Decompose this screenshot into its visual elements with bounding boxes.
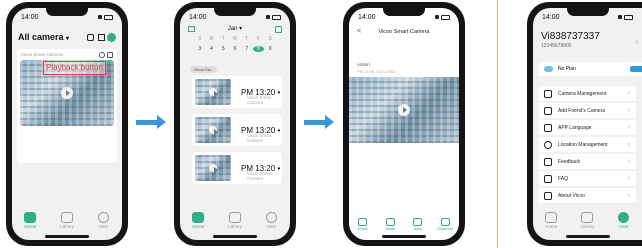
event-row[interactable]: PM 13:20 • Vicoo Smart Camera xyxy=(192,152,282,184)
friend-camera-icon xyxy=(544,106,552,115)
status-time: 14:00 xyxy=(21,13,39,21)
user-icon xyxy=(266,211,278,223)
camera-filter-chip[interactable]: Vicoo Sm.. xyxy=(190,66,218,73)
info-icon xyxy=(544,191,552,200)
menu-location-management[interactable]: Location Management › xyxy=(539,137,636,153)
stage: 14:00 All camera ▾ Vicoo Smart Camera Pl… xyxy=(0,0,642,248)
language-icon xyxy=(544,123,552,132)
chat-icon xyxy=(544,174,552,183)
month-selector[interactable]: Jan ▾ xyxy=(180,25,290,32)
home-screen: 14:00 All camera ▾ Vicoo Smart Camera Pl… xyxy=(12,8,122,240)
owner-label: Admin xyxy=(357,62,370,67)
camera-name: Vicoo Smart Camera xyxy=(21,52,63,57)
phone-player: 14:00 < Vicoo Smart Camera Admin PM 14:0… xyxy=(343,2,465,246)
pencil-icon xyxy=(544,157,552,166)
home-icon xyxy=(192,211,205,223)
delete-button[interactable]: Delete xyxy=(352,217,374,231)
calendar-week: SMTWTFS 3456789 xyxy=(198,36,272,52)
tab-home[interactable]: Home xyxy=(536,211,566,229)
tab-user[interactable]: User xyxy=(89,211,119,229)
selected-day[interactable]: 8 xyxy=(252,46,265,52)
camera-card[interactable]: Vicoo Smart Camera Playback button xyxy=(17,49,117,163)
camera-icon xyxy=(544,89,552,98)
tab-bar: Home Library User xyxy=(12,206,122,234)
tab-library[interactable]: Library xyxy=(572,211,602,229)
event-row[interactable]: PM 13:20 • Vicoo Smart Camera xyxy=(192,114,282,146)
user-icon xyxy=(618,211,630,223)
menu-about[interactable]: About Vicoo › xyxy=(539,188,636,204)
tab-user[interactable]: User xyxy=(257,211,287,229)
select-icon[interactable] xyxy=(275,26,282,33)
play-icon[interactable] xyxy=(398,104,410,116)
library-icon xyxy=(581,211,594,223)
playback-annotation: Playback button xyxy=(43,61,106,75)
plan-row[interactable]: No Plan xyxy=(539,62,642,76)
tab-library[interactable]: Library xyxy=(52,211,82,229)
flow-arrow xyxy=(304,115,334,129)
playback-icon[interactable] xyxy=(99,52,105,58)
library-icon xyxy=(228,211,241,223)
action-bar: Delete Share Mark Download xyxy=(349,214,459,234)
tab-home[interactable]: Home xyxy=(183,211,213,229)
library-screen: 14:00 Jan ▾ SMTWTFS 3456789 Vicoo Sm.. P… xyxy=(180,8,290,240)
tab-home[interactable]: Home xyxy=(15,211,45,229)
home-icon xyxy=(24,211,37,223)
trash-icon xyxy=(358,217,368,226)
flow-arrow xyxy=(136,115,166,129)
divider xyxy=(497,0,498,248)
menu-add-friend-camera[interactable]: Add Friend's Camera › xyxy=(539,103,636,119)
player-screen: 14:00 < Vicoo Smart Camera Admin PM 14:0… xyxy=(349,8,459,240)
download-button[interactable]: Download xyxy=(434,217,456,231)
tab-user[interactable]: User xyxy=(609,211,639,229)
library-icon xyxy=(60,211,73,223)
menu-camera-management[interactable]: Camera Management › xyxy=(539,86,636,102)
home-icon xyxy=(545,211,558,223)
bell-icon[interactable] xyxy=(87,34,94,41)
user-icon xyxy=(98,211,110,223)
layout-icon[interactable] xyxy=(98,34,105,41)
cloud-icon xyxy=(544,66,553,72)
plan-button xyxy=(630,66,642,72)
player-title: Vicoo Smart Camera xyxy=(378,29,430,35)
download-icon xyxy=(440,217,450,226)
timestamp: PM 14:00, 01/01/2020 xyxy=(357,69,397,74)
user-id: Vi838737337 xyxy=(541,31,600,42)
event-row[interactable]: PM 13:20 • Vicoo Smart Camera xyxy=(192,76,282,108)
menu-feedback[interactable]: Feedback › xyxy=(539,154,636,170)
share-icon xyxy=(385,217,395,226)
calendar-icon[interactable] xyxy=(188,26,195,32)
user-phone: 12345678900 xyxy=(541,43,572,49)
location-icon xyxy=(544,140,552,149)
video-player[interactable] xyxy=(349,77,459,143)
profile-chevron[interactable]: › xyxy=(635,37,638,46)
settings-icon[interactable] xyxy=(107,52,113,58)
phone-user: 14:00 Vi838737337 12345678900 › No Plan … xyxy=(527,2,642,246)
menu-app-language[interactable]: APP Language › xyxy=(539,120,636,136)
phone-library: 14:00 Jan ▾ SMTWTFS 3456789 Vicoo Sm.. P… xyxy=(174,2,296,246)
share-button[interactable]: Share xyxy=(379,217,401,231)
user-screen: 14:00 Vi838737337 12345678900 › No Plan … xyxy=(533,8,642,240)
menu-faq[interactable]: FAQ › xyxy=(539,171,636,187)
camera-filter-title[interactable]: All camera ▾ xyxy=(18,32,69,42)
mark-button[interactable]: Mark xyxy=(407,217,429,231)
star-icon xyxy=(413,217,423,226)
tab-bar: Home Library User xyxy=(533,206,642,234)
play-icon[interactable] xyxy=(61,87,73,99)
tab-library[interactable]: Library xyxy=(220,211,250,229)
add-camera-icon[interactable] xyxy=(107,33,116,42)
phone-home: 14:00 All camera ▾ Vicoo Smart Camera Pl… xyxy=(6,2,128,246)
tab-bar: Home Library User xyxy=(180,206,290,234)
